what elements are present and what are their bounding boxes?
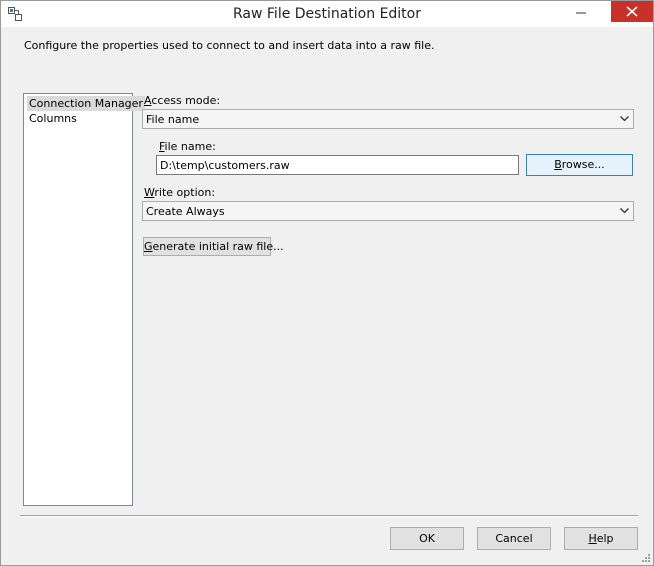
generate-raw-file-button[interactable]: Generate initial raw file...: [143, 237, 284, 256]
chevron-down-icon: [620, 116, 629, 122]
access-mode-value: File name: [146, 113, 200, 126]
window-title: Raw File Destination Editor: [233, 6, 421, 22]
footer-divider: [20, 515, 638, 517]
access-mode-label: Access mode:: [144, 94, 221, 107]
page-list: Connection Manager Columns: [23, 93, 145, 506]
chevron-down-icon: [620, 208, 629, 214]
dialog-description: Configure the properties used to connect…: [24, 39, 435, 52]
file-name-input[interactable]: [156, 155, 519, 175]
cancel-button[interactable]: Cancel: [477, 527, 551, 550]
sidebar-item-columns[interactable]: Columns: [27, 111, 79, 126]
write-option-label: Write option:: [144, 186, 216, 199]
close-icon: [626, 6, 638, 17]
dialog-window: Raw File Destination Editor Configure th…: [0, 0, 654, 566]
minimize-icon[interactable]: [568, 3, 594, 23]
file-name-label: File name:: [159, 140, 216, 153]
sidebar-item-connection-manager[interactable]: Connection Manager: [27, 96, 145, 111]
write-option-value: Create Always: [146, 205, 225, 218]
close-button[interactable]: [611, 1, 653, 22]
access-mode-select[interactable]: File name: [142, 109, 634, 129]
browse-button[interactable]: Browse...: [526, 154, 633, 176]
help-button[interactable]: Help: [564, 527, 638, 550]
resize-grip-icon[interactable]: [641, 553, 651, 563]
ok-button[interactable]: OK: [390, 527, 464, 550]
write-option-select[interactable]: Create Always: [142, 201, 634, 221]
title-bar[interactable]: Raw File Destination Editor: [1, 1, 653, 27]
